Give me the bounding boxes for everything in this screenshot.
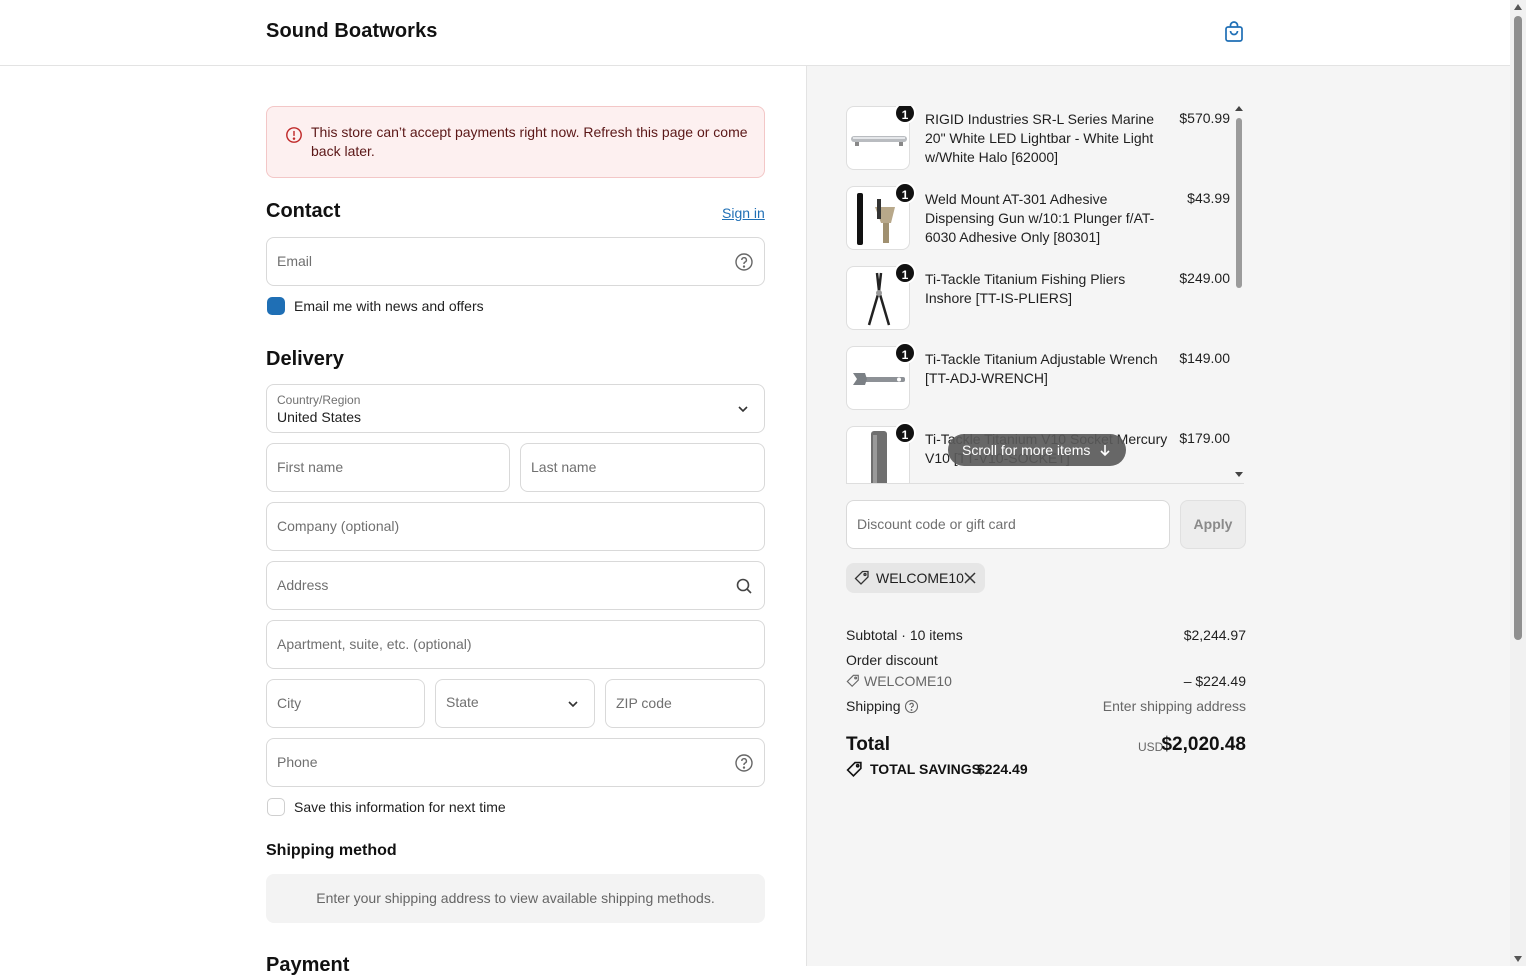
close-icon[interactable] xyxy=(963,571,977,585)
scroll-more-label: Scroll for more items xyxy=(962,442,1091,458)
discount-code-label: WELCOME10 xyxy=(876,570,964,586)
email-field[interactable]: Email xyxy=(266,237,765,286)
quantity-badge: 1 xyxy=(894,262,916,284)
apartment-placeholder: Apartment, suite, etc. (optional) xyxy=(277,636,472,652)
shipping-method-message: Enter your shipping address to view avai… xyxy=(316,890,715,906)
newsletter-checkbox[interactable] xyxy=(267,297,285,315)
scroll-up-arrow[interactable] xyxy=(1514,4,1522,10)
phone-field[interactable]: Phone xyxy=(266,738,765,787)
cart-item: 1 Weld Mount AT-301 Adhesive Dispensing … xyxy=(846,182,1234,252)
cart-item: 1 Ti-Tackle Titanium Adjustable Wrench [… xyxy=(846,342,1234,412)
quantity-badge: 1 xyxy=(894,422,916,444)
scroll-up-arrow[interactable] xyxy=(1235,106,1243,111)
savings-label: TOTAL SAVINGS xyxy=(870,761,981,777)
item-name: Ti-Tackle Titanium Fishing Pliers Inshor… xyxy=(925,271,1126,306)
store-name[interactable]: Sound Boatworks xyxy=(266,20,438,43)
quantity-badge: 1 xyxy=(894,342,916,364)
currency-code: USD xyxy=(1138,740,1164,754)
item-price: $43.99 xyxy=(1187,190,1230,206)
page-scroll-thumb[interactable] xyxy=(1514,16,1522,640)
save-info-checkbox[interactable] xyxy=(267,798,285,816)
item-name: RIGID Industries SR-L Series Marine 20" … xyxy=(925,111,1154,165)
page-scrollbar[interactable] xyxy=(1510,0,1526,966)
address-field[interactable]: Address xyxy=(266,561,765,610)
divider xyxy=(846,483,1244,484)
shipping-method-heading: Shipping method xyxy=(266,842,397,859)
first-name-field[interactable]: First name xyxy=(266,443,510,492)
save-info-label: Save this information for next time xyxy=(294,799,506,815)
delivery-heading: Delivery xyxy=(266,348,344,370)
scroll-down-arrow[interactable] xyxy=(1514,956,1522,962)
newsletter-label: Email me with news and offers xyxy=(294,298,484,314)
company-field[interactable]: Company (optional) xyxy=(266,502,765,551)
savings-value: $224.49 xyxy=(977,761,1028,777)
cart-item: 1 RIGID Industries SR-L Series Marine 20… xyxy=(846,106,1234,172)
item-price: $570.99 xyxy=(1179,110,1230,126)
address-placeholder: Address xyxy=(277,577,329,593)
email-placeholder: Email xyxy=(277,253,313,269)
shipping-method-notice: Enter your shipping address to view avai… xyxy=(266,874,765,923)
item-price: $179.00 xyxy=(1179,430,1230,446)
last-name-placeholder: Last name xyxy=(531,459,597,475)
cart-scroll-thumb[interactable] xyxy=(1236,118,1242,288)
alert-message: This store can’t accept payments right n… xyxy=(311,124,748,159)
apply-discount-button[interactable]: Apply xyxy=(1180,500,1246,549)
order-discount-label: Order discount xyxy=(846,652,938,668)
state-placeholder: State xyxy=(446,694,479,710)
total-label: Total xyxy=(846,734,890,755)
country-value: United States xyxy=(277,409,362,425)
scroll-more-button[interactable]: Scroll for more items xyxy=(948,434,1126,466)
country-label: Country/Region xyxy=(277,393,361,407)
payment-error-banner: This store can’t accept payments right n… xyxy=(266,106,765,178)
order-discount-code: WELCOME10 xyxy=(864,673,952,689)
help-circle-icon[interactable] xyxy=(904,699,919,714)
help-circle-icon[interactable] xyxy=(734,753,754,773)
city-field[interactable]: City xyxy=(266,679,425,728)
chevron-down-icon xyxy=(738,406,748,413)
company-placeholder: Company (optional) xyxy=(277,518,400,534)
state-select[interactable]: State xyxy=(435,679,595,728)
cart-item: 1 Ti-Tackle Titanium Fishing Pliers Insh… xyxy=(846,262,1234,332)
applied-discount-tag: WELCOME10 xyxy=(846,563,985,593)
tag-icon xyxy=(854,570,869,585)
total-value: $2,020.48 xyxy=(1161,734,1246,755)
arrow-down-icon xyxy=(1100,445,1110,457)
last-name-field[interactable]: Last name xyxy=(520,443,765,492)
cart-scrollbar[interactable] xyxy=(1234,106,1244,480)
header: Sound Boatworks xyxy=(0,0,1510,66)
discount-placeholder: Discount code or gift card xyxy=(857,516,1016,532)
city-placeholder: City xyxy=(277,695,302,711)
apartment-field[interactable]: Apartment, suite, etc. (optional) xyxy=(266,620,765,669)
cart-item-list[interactable]: 1 RIGID Industries SR-L Series Marine 20… xyxy=(846,106,1234,484)
zip-field[interactable]: ZIP code xyxy=(605,679,765,728)
item-name: Ti-Tackle Titanium Adjustable Wrench [TT… xyxy=(925,351,1158,386)
search-icon xyxy=(736,578,752,594)
shopping-bag-icon[interactable] xyxy=(1222,20,1246,44)
discount-code-field[interactable]: Discount code or gift card xyxy=(846,500,1170,549)
tag-icon xyxy=(846,674,859,688)
phone-placeholder: Phone xyxy=(277,754,318,770)
item-price: $249.00 xyxy=(1179,270,1230,286)
quantity-badge: 1 xyxy=(894,182,916,204)
scroll-down-arrow[interactable] xyxy=(1235,472,1243,477)
help-circle-icon[interactable] xyxy=(734,252,754,272)
item-price: $149.00 xyxy=(1179,350,1230,366)
shipping-value: Enter shipping address xyxy=(1102,698,1246,714)
subtotal-label: Subtotal · 10 items xyxy=(846,627,963,643)
order-discount-value: – $224.49 xyxy=(1183,673,1246,689)
chevron-down-icon xyxy=(568,701,578,708)
shipping-label: Shipping xyxy=(846,698,901,714)
contact-heading: Contact xyxy=(266,200,341,222)
first-name-placeholder: First name xyxy=(277,459,344,475)
quantity-badge: 1 xyxy=(894,106,916,124)
alert-circle-icon xyxy=(286,127,302,143)
zip-placeholder: ZIP code xyxy=(616,695,672,711)
item-name: Weld Mount AT-301 Adhesive Dispensing Gu… xyxy=(925,191,1155,245)
tag-icon xyxy=(846,761,862,778)
country-select[interactable]: Country/Region United States xyxy=(266,384,765,433)
sign-in-link[interactable]: Sign in xyxy=(722,205,765,221)
subtotal-value: $2,244.97 xyxy=(1183,627,1246,643)
